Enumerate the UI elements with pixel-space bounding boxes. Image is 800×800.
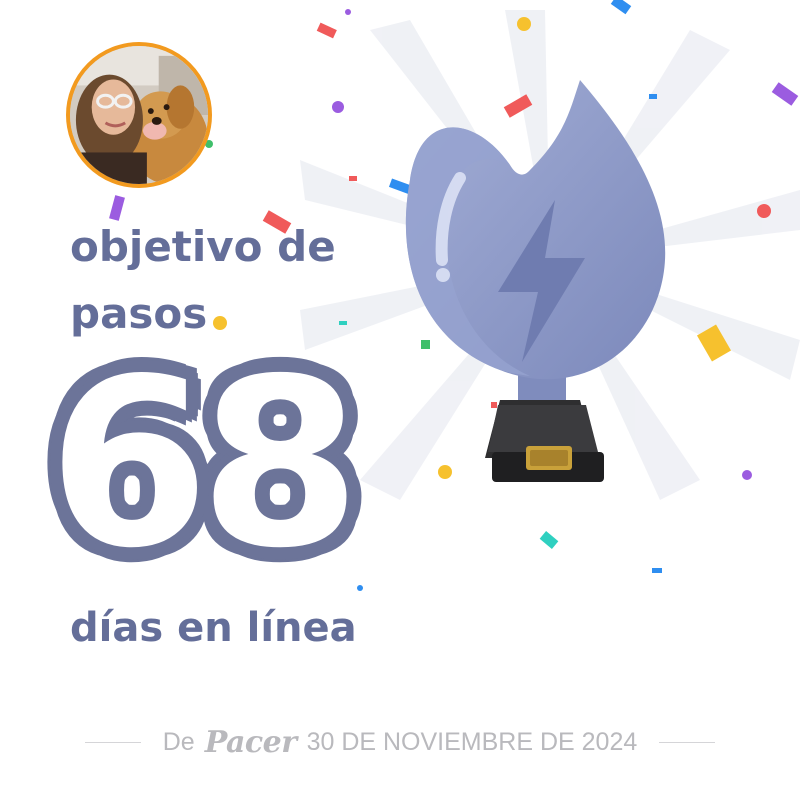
goal-title-line-1: objetivo de [70,222,336,271]
pacer-logo: Pacer [204,724,297,760]
footer: De Pacer 30 DE NOVIEMBRE DE 2024 [0,722,800,762]
avatar [66,42,212,188]
streak-label: días en línea [70,605,357,651]
flame-trophy-icon [405,80,666,482]
achievement-card: objetivo de pasos 68 días en línea De Pa… [0,0,800,800]
footer-from: De [162,727,195,756]
footer-date: 30 DE NOVIEMBRE DE 2024 [306,727,638,756]
footer-text: De Pacer 30 DE NOVIEMBRE DE 2024 [163,725,638,760]
footer-rule-right [659,741,716,743]
streak-count: 68 [48,329,361,599]
footer-rule-left [84,741,141,743]
